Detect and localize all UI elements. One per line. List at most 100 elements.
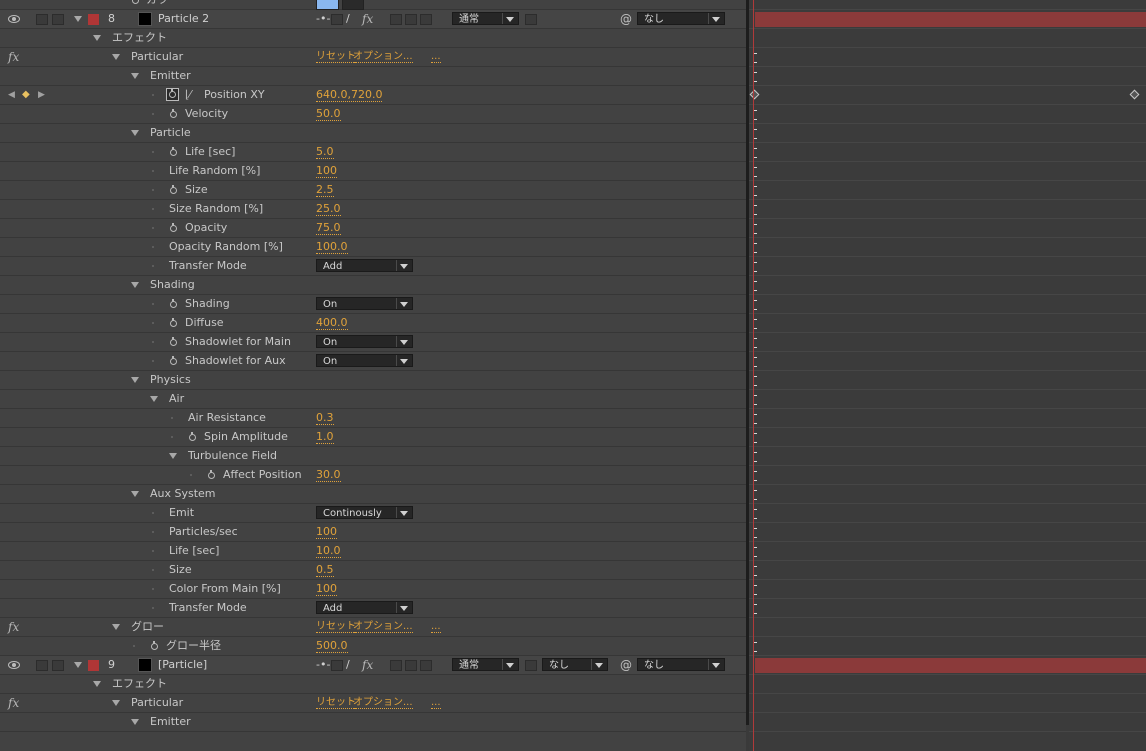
transfer-mode-row[interactable]: Transfer Mode Add [0,257,746,276]
timeline-row[interactable] [749,466,1146,485]
property-value[interactable]: 25.0 [316,200,341,218]
physics-group-row[interactable]: Physics [0,371,746,390]
particular-effect-row-9[interactable]: fx Particular リセット オプション... ... [0,694,746,713]
expand-triangle-icon[interactable] [93,35,101,41]
collapse-switch[interactable] [331,14,343,25]
timeline-row[interactable] [749,67,1146,86]
property-value[interactable]: 500.0 [316,637,348,655]
stopwatch-icon[interactable] [206,470,216,480]
property-value[interactable]: 1.0 [316,428,334,446]
stopwatch-icon[interactable] [187,432,197,442]
prev-keyframe-icon[interactable]: ◀ [8,86,15,104]
expand-triangle-icon[interactable] [112,700,120,706]
fx-icon[interactable]: fx [8,618,19,636]
graph-icon[interactable]: ⌊⁄ [185,86,191,104]
timeline-row[interactable] [749,257,1146,276]
property-value[interactable]: 0.3 [316,409,334,427]
layer-name[interactable]: [Particle] [158,656,207,674]
3d-switch[interactable] [420,660,432,671]
label-color-swatch[interactable] [88,14,99,25]
add-keyframe-icon[interactable]: ◆ [22,86,30,104]
emitter-group-row[interactable]: Emitter [0,67,746,86]
life-random-row[interactable]: Life Random [%] 100 [0,162,746,181]
property-value[interactable]: 400.0 [316,314,348,332]
stopwatch-icon[interactable] [168,299,178,309]
expand-triangle-icon[interactable] [112,624,120,630]
timeline-row[interactable] [749,143,1146,162]
label-color-swatch[interactable] [88,660,99,671]
layer-8-row[interactable]: 8 Particle 2 -•- / fx 通常 @ なし [0,10,746,29]
timeline-row[interactable] [749,409,1146,428]
eye-icon[interactable] [8,661,20,669]
expand-triangle-icon[interactable] [131,73,139,79]
shadowlet-main-dropdown[interactable]: On [316,335,413,348]
expand-triangle-icon[interactable] [112,54,120,60]
stopwatch-icon[interactable] [168,147,178,157]
timeline-row[interactable] [749,390,1146,409]
effects-group-row-9[interactable]: エフェクト [0,675,746,694]
fx-icon[interactable]: fx [362,656,373,674]
timeline-row[interactable] [749,485,1146,504]
aux-transfer-mode-dropdown[interactable]: Add [316,601,413,614]
options-link[interactable]: オプション... [353,48,413,66]
timeline-row[interactable] [749,656,1146,675]
timeline-row[interactable] [749,447,1146,466]
reset-link[interactable]: リセット [316,694,356,712]
options-link[interactable]: オプション... [353,618,413,636]
timeline-row[interactable] [749,713,1146,732]
expand-triangle-icon[interactable] [131,282,139,288]
timeline-row[interactable] [749,48,1146,67]
timeline-row[interactable] [749,0,1146,10]
affect-position-row[interactable]: Affect Position 30.0 [0,466,746,485]
timeline-row[interactable] [749,29,1146,48]
timeline-row[interactable] [749,618,1146,637]
options-link[interactable]: オプション... [353,694,413,712]
shading-row[interactable]: Shading On [0,295,746,314]
aux-system-group-row[interactable]: Aux System [0,485,746,504]
fx-icon[interactable]: fx [8,48,19,66]
particles-sec-row[interactable]: Particles/sec 100 [0,523,746,542]
effects-group-row[interactable]: エフェクト [0,29,746,48]
audio-toggle[interactable] [36,14,48,25]
turbulence-group-row[interactable]: Turbulence Field [0,447,746,466]
size-random-row[interactable]: Size Random [%] 25.0 [0,200,746,219]
expand-triangle-icon[interactable] [131,491,139,497]
expand-triangle-icon[interactable] [131,377,139,383]
property-value[interactable]: 640.0,720.0 [316,86,383,104]
timeline-row[interactable] [749,542,1146,561]
velocity-row[interactable]: Velocity 50.0 [0,105,746,124]
air-resistance-row[interactable]: Air Resistance 0.3 [0,409,746,428]
about-link[interactable]: ... [431,694,441,712]
stopwatch-icon[interactable] [149,641,159,651]
solo-toggle[interactable] [52,14,64,25]
air-group-row[interactable]: Air [0,390,746,409]
aux-transfer-mode-row[interactable]: Transfer Mode Add [0,599,746,618]
parent-dropdown[interactable]: なし [637,12,725,25]
timeline-row[interactable] [749,238,1146,257]
expand-triangle-icon[interactable] [150,396,158,402]
parent-dropdown[interactable]: なし [637,658,725,671]
color-from-main-row[interactable]: Color From Main [%] 100 [0,580,746,599]
property-value[interactable]: 2.5 [316,181,334,199]
timeline-row[interactable] [749,523,1146,542]
quality-slash-icon[interactable]: / [346,656,350,674]
timeline-row[interactable] [749,181,1146,200]
property-value[interactable]: 100 [316,162,337,180]
stopwatch-icon[interactable] [168,337,178,347]
eyedropper-button[interactable] [342,0,364,10]
expand-triangle-icon[interactable] [131,719,139,725]
emit-dropdown[interactable]: Continously [316,506,413,519]
shadowlet-main-row[interactable]: Shadowlet for Main On [0,333,746,352]
3d-switch[interactable] [420,14,432,25]
timeline-row[interactable] [749,86,1146,105]
spin-amplitude-row[interactable]: Spin Amplitude 1.0 [0,428,746,447]
timeline-row[interactable] [749,333,1146,352]
timeline-row[interactable] [749,10,1146,29]
glow-radius-row[interactable]: グロー半径 500.0 [0,637,746,656]
shading-group-row[interactable]: Shading [0,276,746,295]
solo-toggle[interactable] [52,660,64,671]
timeline-row[interactable] [749,504,1146,523]
reset-link[interactable]: リセット [316,48,356,66]
timeline-row[interactable] [749,105,1146,124]
stopwatch-icon[interactable] [168,223,178,233]
